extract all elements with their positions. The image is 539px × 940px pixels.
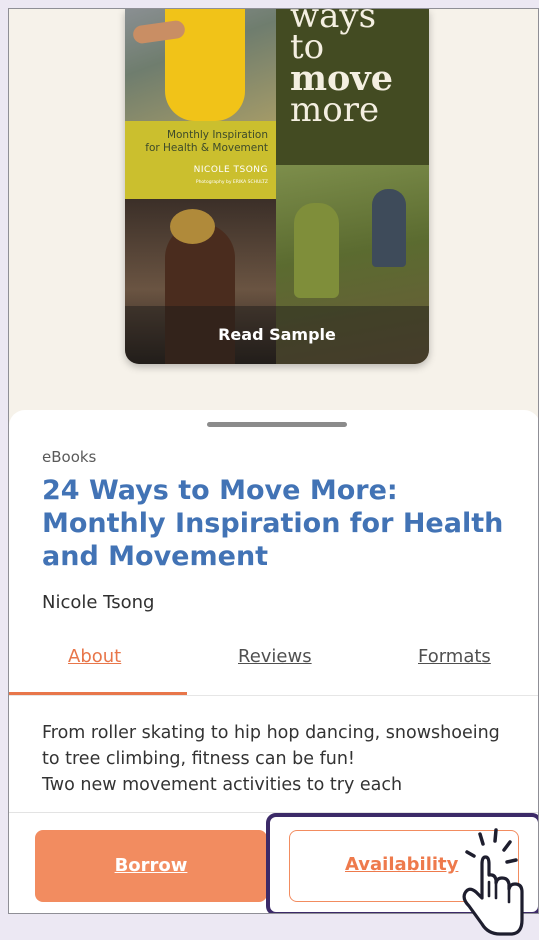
tab-about[interactable]: About — [68, 646, 121, 667]
tab-reviews[interactable]: Reviews — [238, 646, 312, 667]
book-category: eBooks — [42, 448, 97, 466]
book-description: From roller skating to hip hop dancing, … — [42, 723, 500, 795]
pointer-hand-icon — [462, 828, 524, 936]
tab-formats[interactable]: Formats — [418, 646, 491, 667]
book-title: 24 Ways to Move More: Monthly Inspiratio… — [42, 475, 504, 572]
cover-panel-title: ways to move more — [276, 9, 429, 165]
tabs-divider — [9, 695, 538, 696]
sheet-drag-handle[interactable] — [207, 422, 347, 427]
book-author[interactable]: Nicole Tsong — [42, 592, 154, 613]
borrow-button[interactable]: Borrow — [35, 830, 267, 902]
app-screen: Monthly Inspiration for Health & Movemen… — [8, 8, 539, 914]
detail-tabs: About Reviews Formats — [9, 646, 538, 696]
cover-title: ways to move more — [290, 9, 393, 130]
cover-subtitle: Monthly Inspiration for Health & Movemen… — [145, 129, 268, 154]
cover-author: NICOLE TSONG — [193, 165, 268, 175]
read-sample-button[interactable]: Read Sample — [125, 306, 429, 364]
cover-photographer: Photography by ERIKA SCHULTZ — [195, 180, 268, 185]
book-cover[interactable]: Monthly Inspiration for Health & Movemen… — [125, 9, 429, 364]
cover-panel-top-left: Monthly Inspiration for Health & Movemen… — [125, 9, 276, 199]
